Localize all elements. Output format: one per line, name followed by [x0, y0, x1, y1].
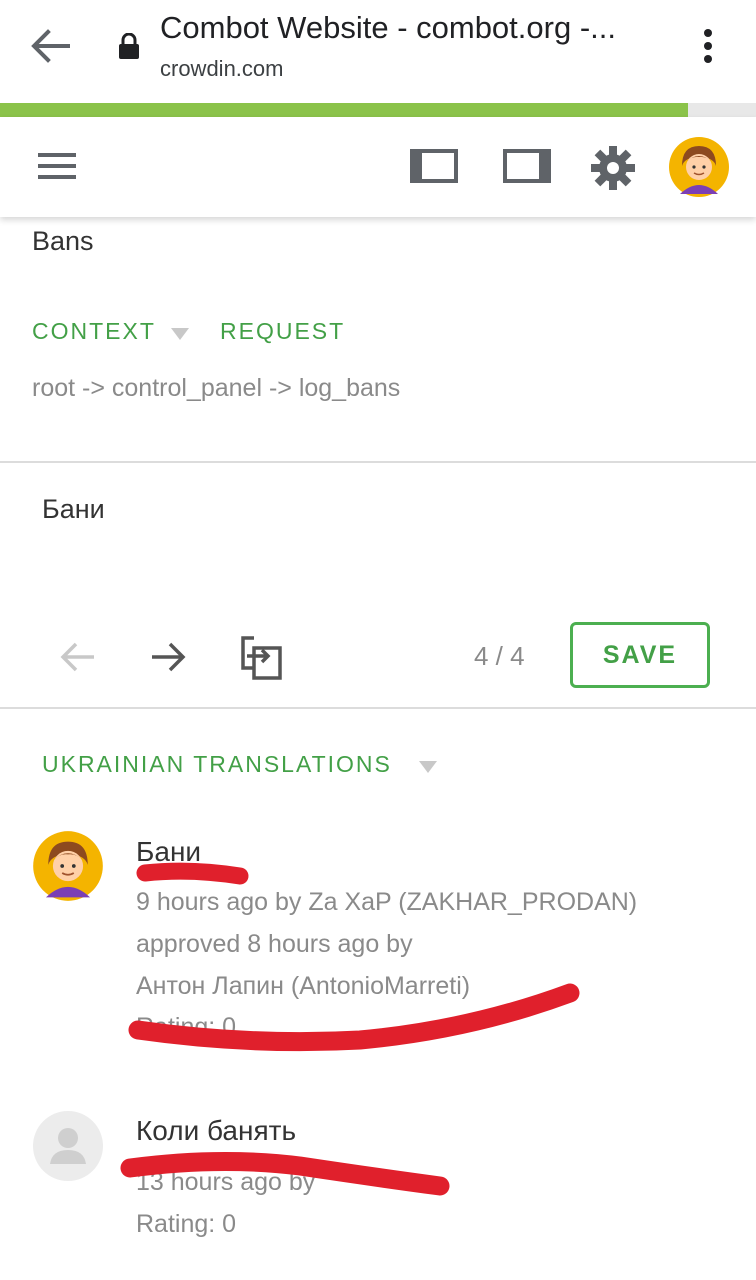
person-icon [33, 1111, 103, 1181]
divider [0, 461, 756, 463]
page-title[interactable]: Combot Website - combot.org -... [160, 10, 616, 46]
toggle-right-panel-button[interactable] [503, 149, 551, 183]
tab-context[interactable]: CONTEXT [32, 318, 156, 345]
caret-down-icon[interactable] [170, 327, 190, 341]
load-progress-bar [0, 103, 688, 117]
string-counter: 4 / 4 [474, 641, 525, 671]
copy-source-icon [241, 636, 282, 680]
app-toolbar [0, 117, 756, 217]
translator-avatar[interactable] [32, 1110, 104, 1182]
suggestion-text[interactable]: Коли банять [136, 1115, 296, 1147]
browser-menu-button[interactable] [696, 26, 720, 66]
back-arrow-icon [31, 29, 70, 63]
divider [0, 707, 756, 709]
hamburger-icon [38, 153, 76, 179]
redaction-stroke [136, 862, 249, 885]
translations-language-dropdown[interactable]: UKRAINIAN TRANSLATIONS [42, 751, 392, 778]
caret-down-icon[interactable] [418, 760, 438, 774]
arrow-left-icon [60, 642, 94, 672]
suggestion-approver: Антон Лапин (AntonioMarreti) [136, 972, 471, 1000]
copy-source-button[interactable] [240, 634, 284, 682]
save-button[interactable]: SAVE [570, 622, 710, 688]
right-panel-icon [503, 149, 551, 183]
settings-button[interactable] [590, 145, 636, 191]
main-menu-button[interactable] [36, 148, 78, 184]
page-url[interactable]: crowdin.com [160, 56, 283, 82]
previous-string-button[interactable] [60, 640, 96, 674]
browser-back-button[interactable] [28, 26, 72, 66]
left-panel-icon [410, 149, 458, 183]
translator-avatar[interactable] [32, 830, 104, 902]
suggestion-author: 13 hours ago by [136, 1168, 316, 1196]
toggle-left-panel-button[interactable] [410, 149, 458, 183]
source-string: Bans [32, 226, 94, 256]
context-path: root -> control_panel -> log_bans [32, 374, 401, 402]
more-vert-icon [704, 29, 712, 63]
next-string-button[interactable] [150, 640, 188, 674]
arrow-right-icon [152, 642, 186, 672]
suggestion-text[interactable]: Бани [136, 836, 201, 868]
suggestion-author: 9 hours ago by Za XaP (ZAKHAR_PRODAN) [136, 888, 638, 916]
gear-icon [591, 146, 635, 190]
suggestion-approval: approved 8 hours ago by [136, 930, 413, 958]
suggestion-rating: Rating: 0 [136, 1210, 237, 1238]
translation-input[interactable]: Бани [42, 494, 105, 525]
suggestion-rating: Rating: 0 [136, 1013, 237, 1041]
user-avatar[interactable] [668, 136, 730, 198]
lock-icon [118, 32, 140, 59]
tab-request[interactable]: REQUEST [220, 318, 345, 345]
